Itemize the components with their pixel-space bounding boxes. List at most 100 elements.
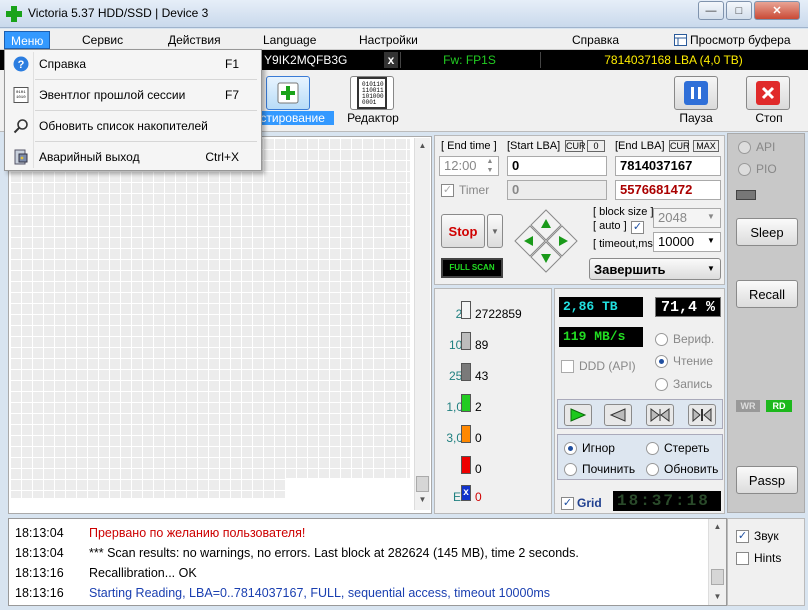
log-time: 18:13:16	[15, 566, 64, 580]
api-radio[interactable]	[738, 141, 751, 154]
disk-capacity: 7814037168 LBA (4,0 TB)	[540, 52, 806, 68]
menu-item-help-shortcut: F1	[224, 57, 239, 71]
close-device-icon[interactable]: x	[384, 52, 398, 68]
scroll-thumb[interactable]	[416, 476, 429, 492]
device-serial: Y9IK2MQFB3G	[264, 53, 348, 67]
menu-settings[interactable]: Настройки	[353, 31, 424, 49]
current-lba-display: 5576681472	[615, 180, 721, 200]
menu-item-emergency-exit-label: Аварийный выход	[39, 150, 140, 164]
sleep-button[interactable]: Sleep	[736, 218, 798, 246]
start-lba-input[interactable]: 0	[507, 156, 607, 176]
maximize-button[interactable]: □	[726, 1, 752, 20]
auto-checkbox[interactable]: ✓	[631, 221, 644, 234]
menu-help[interactable]: Справка	[566, 31, 625, 49]
end-cur-button[interactable]: CUR	[669, 140, 690, 152]
log-time: 18:13:04	[15, 526, 64, 540]
scroll-up-icon[interactable]: ▲	[415, 138, 430, 154]
api-label: API	[756, 140, 776, 154]
sound-checkbox[interactable]: ✓	[736, 530, 749, 543]
pause-label: Пауза	[679, 111, 713, 125]
ignore-radio[interactable]	[564, 442, 577, 455]
timeout-chevron-icon: ▼	[707, 236, 715, 245]
grid-label: Grid	[577, 496, 602, 510]
skip-icon	[650, 408, 670, 422]
range-100-count: 89	[475, 338, 489, 352]
range-1s-count: 2	[475, 400, 482, 414]
timer-label: Timer	[459, 183, 490, 197]
write-radio[interactable]	[655, 378, 668, 391]
stop-x-icon	[756, 81, 780, 105]
log-scroll-thumb[interactable]	[711, 569, 724, 585]
window-title: Victoria 5.37 HDD/SSD | Device 3	[28, 6, 209, 20]
test-button[interactable]	[266, 76, 310, 110]
finish-action-select[interactable]: Завершить	[589, 258, 721, 280]
rd-indicator: RD	[766, 400, 792, 412]
sound-label: Звук	[754, 529, 779, 543]
stop-dropdown-icon[interactable]: ▼	[487, 214, 503, 248]
end-lba-input[interactable]: 7814037167	[615, 156, 721, 176]
stop-scan-button[interactable]: Stop	[441, 214, 485, 248]
start-zero-button[interactable]: 0	[587, 140, 605, 152]
pio-radio[interactable]	[738, 163, 751, 176]
grid-unscanned-area	[286, 478, 411, 500]
hints-checkbox[interactable]	[736, 552, 749, 565]
time-spinner-icon[interactable]: ▲ ▼	[483, 157, 497, 175]
pio-label: PIO	[756, 162, 777, 176]
menu-item-help[interactable]: ? Справка F1	[7, 51, 259, 77]
svg-text:1010: 1010	[16, 96, 26, 100]
menu-item-refresh-drives-label: Обновить список накопителей	[39, 119, 208, 133]
back-button[interactable]	[604, 404, 632, 426]
end-max-button[interactable]: MAX	[693, 140, 719, 152]
repair-label: Починить	[582, 462, 636, 476]
main-menu-dropdown: ? Справка F1 0101 1010 Эвентлог прошлой с…	[4, 49, 262, 171]
full-scan-indicator[interactable]: FULL SCAN	[441, 258, 503, 278]
refresh-radio[interactable]	[646, 463, 659, 476]
timer-value: 0	[507, 180, 607, 200]
grid-scrollbar[interactable]: ▲ ▼	[414, 138, 430, 510]
svg-text:?: ?	[18, 59, 25, 71]
log-scrollbar[interactable]: ▲ ▼	[708, 519, 726, 605]
menu-buffer-view[interactable]: Просмотр буфера	[684, 31, 797, 49]
play-button[interactable]	[564, 404, 592, 426]
minimize-button[interactable]: —	[698, 1, 724, 20]
erase-radio[interactable]	[646, 442, 659, 455]
log-message: Recallibration... OK	[89, 566, 197, 580]
stop-toolbar-button[interactable]	[746, 76, 790, 110]
direction-pad-icon[interactable]	[513, 208, 579, 274]
stop-label: Стоп	[755, 111, 783, 125]
timer-checkbox[interactable]: ✓	[441, 184, 454, 197]
back-icon	[609, 408, 626, 422]
eventlog-icon: 01011010	[13, 87, 29, 103]
start-cur-button[interactable]: CUR	[565, 140, 586, 152]
passp-button[interactable]: Passp	[736, 466, 798, 494]
scroll-down-icon[interactable]: ▼	[415, 492, 430, 508]
range-100-bar	[461, 332, 471, 350]
ddd-api-checkbox[interactable]	[561, 360, 574, 373]
menu-item-refresh-drives[interactable]: Обновить список накопителей	[7, 113, 259, 139]
timeout-label: [ timeout,ms ]	[593, 238, 660, 250]
auto-label: [ auto ]	[593, 220, 627, 232]
verify-radio[interactable]	[655, 333, 668, 346]
menu-service[interactable]: Сервис	[76, 31, 129, 49]
recall-button[interactable]: Recall	[736, 280, 798, 308]
play-icon	[570, 408, 587, 422]
pause-button[interactable]	[674, 76, 718, 110]
grid-checkbox[interactable]: ✓	[561, 497, 574, 510]
skip-forward-button[interactable]	[646, 404, 674, 426]
start-lba-label: [Start LBA]	[507, 140, 561, 152]
editor-button[interactable]: 010110 110011 101000 0001	[350, 76, 394, 110]
log-scroll-down-icon[interactable]: ▼	[709, 589, 726, 605]
log-scroll-up-icon[interactable]: ▲	[709, 519, 726, 535]
menu-item-emergency-exit[interactable]: Аварийный выход Ctrl+X	[7, 144, 259, 170]
menu-main[interactable]: Меню	[4, 31, 51, 49]
repair-radio[interactable]	[564, 463, 577, 476]
ignore-label: Игнор	[582, 441, 615, 455]
range-25-count: 2722859	[475, 307, 522, 321]
control-strip: API PIO Sleep Recall WR RD Passp	[727, 133, 805, 513]
menu-actions[interactable]: Действия	[162, 31, 227, 49]
read-radio[interactable]	[655, 355, 668, 368]
close-button[interactable]: ✕	[754, 1, 800, 20]
menu-language[interactable]: Language	[257, 31, 322, 49]
menu-item-eventlog[interactable]: 0101 1010 Эвентлог прошлой сессии F7	[7, 82, 259, 108]
end-button[interactable]	[688, 404, 716, 426]
